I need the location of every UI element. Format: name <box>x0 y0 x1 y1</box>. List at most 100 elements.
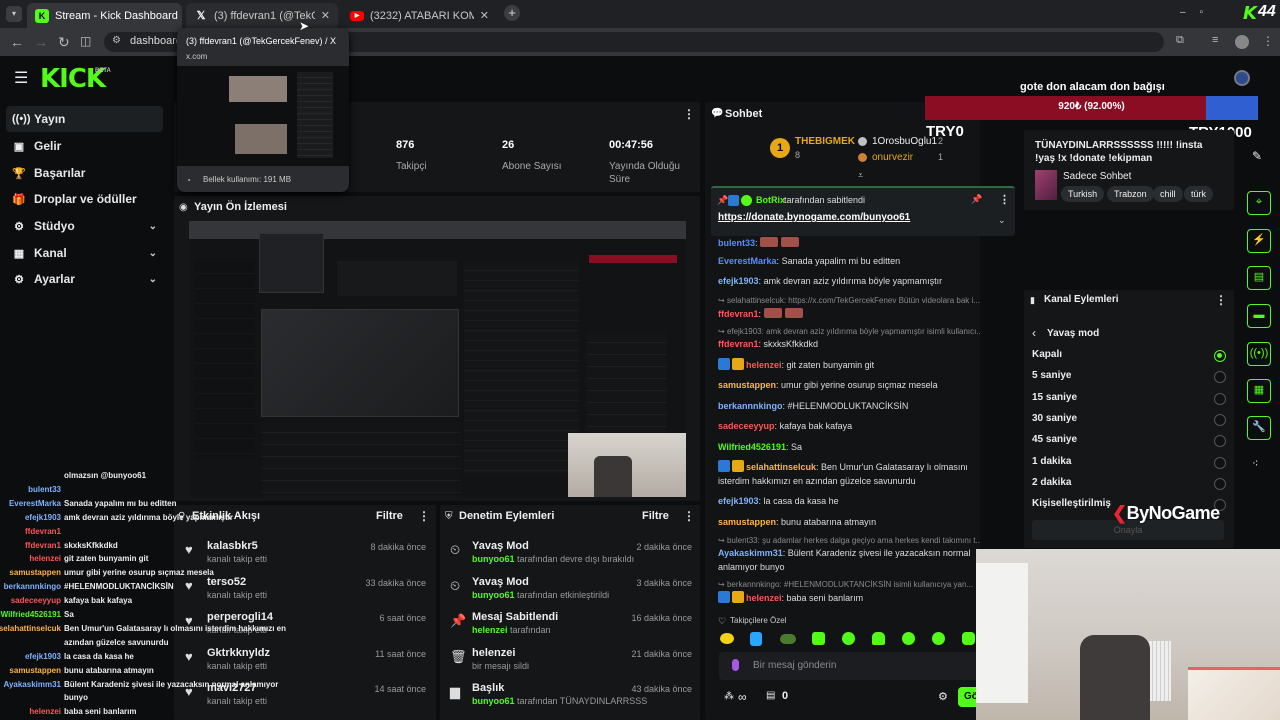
chat-username[interactable]: ffdevran1 <box>718 339 759 349</box>
unpin-icon[interactable]: 📌 <box>971 194 982 205</box>
moderation-item[interactable]: ⏲ Yavaş Mod bunyoo61 tarafından devre dışı… <box>450 540 692 574</box>
chat-username[interactable]: efejk1903 <box>718 496 759 506</box>
chat-username[interactable]: Wilfried4526191 <box>718 442 786 452</box>
moderator-name[interactable]: bunyoo61 <box>472 554 515 564</box>
tool-layout-icon[interactable]: ▦ <box>1247 379 1271 403</box>
stats-menu-icon[interactable]: ⋮ <box>683 107 695 121</box>
radio-button[interactable] <box>1214 350 1226 362</box>
site-info-icon[interactable]: ⚙ <box>112 35 121 46</box>
tool-chat-icon[interactable]: ▬ <box>1247 304 1271 328</box>
chat-username[interactable]: Ayakaskimm31 <box>718 548 783 558</box>
chat-message[interactable]: sadeceeyyup: kafaya bak kafaya <box>718 419 980 433</box>
chat-message[interactable]: bulent33: <box>718 236 980 250</box>
chat-message[interactable]: Wilfried4526191: Sa <box>718 440 980 454</box>
chat-message[interactable]: selahattinselcuk: Ben Umur'un Galatasara… <box>718 460 980 474</box>
gift-box-icon[interactable]: ▤ <box>766 690 775 701</box>
tag-turkish[interactable]: Turkish <box>1061 186 1105 202</box>
sidebar-item-kanal[interactable]: ▦ Kanal ⌄ <box>6 240 163 266</box>
activity-menu-icon[interactable]: ⋮ <box>418 509 430 523</box>
tag-trabzon[interactable]: Trabzon <box>1107 186 1154 202</box>
tool-bolt-icon[interactable]: ⚡ <box>1247 229 1271 253</box>
new-tab-button[interactable]: + <box>504 5 520 21</box>
chat-message[interactable]: ffdevran1: skxksKfkkdkd <box>718 337 980 351</box>
moderator-name[interactable]: bunyoo61 <box>472 590 515 600</box>
category-label[interactable]: Sadece Sohbet <box>1063 171 1131 182</box>
radio-button[interactable] <box>1214 435 1226 448</box>
slow-mode-option[interactable]: 30 saniye <box>1032 413 1228 433</box>
slow-mode-option[interactable]: 15 saniye <box>1032 392 1228 412</box>
channel-actions-menu-icon[interactable]: ⋮ <box>1215 293 1227 307</box>
pinned-message[interactable]: 📌 BotRix tarafından sabitlendi 📌 ⋮ https… <box>711 186 1015 236</box>
tag-chill[interactable]: chill <box>1153 186 1183 202</box>
activity-item[interactable]: ♥ terso52 kanalı takip etti 33 dakika önce <box>185 576 426 610</box>
activity-user[interactable]: kalasbkr5 <box>207 540 258 552</box>
tool-document-icon[interactable]: ▤ <box>1247 266 1271 290</box>
emote-6[interactable] <box>872 632 885 645</box>
pinned-link[interactable]: https://donate.bynogame.com/bunyoo61 <box>718 212 910 223</box>
chat-username[interactable]: ffdevran1 <box>718 309 759 319</box>
chat-message[interactable]: efejk1903: la casa da kasa he <box>718 494 980 508</box>
activity-user[interactable]: Gktrkknyldz <box>207 647 270 659</box>
hamburger-menu-icon[interactable]: ☰ <box>14 68 28 88</box>
tool-more-icon[interactable]: ⁖ <box>1252 457 1258 470</box>
chat-message[interactable]: efejk1903: amk devran aziz yıldırıma böy… <box>718 274 980 288</box>
forward-icon[interactable]: → <box>34 34 48 50</box>
chat-message[interactable]: samustappen: umur gibi yerine osurup sıç… <box>718 378 980 392</box>
sidebar-toggle-icon[interactable]: ◫ <box>80 34 91 48</box>
emote-2[interactable] <box>750 632 762 646</box>
moderation-filter-button[interactable]: Filtre <box>642 510 669 522</box>
chat-message[interactable]: Ayakaskimm31: Bülent Karadeniz şivesi il… <box>718 546 980 560</box>
back-chevron-icon[interactable]: ‹ <box>1032 326 1036 340</box>
chat-message[interactable]: berkannnkingo: #HELENMODLUKTANCİKSİN <box>718 399 980 413</box>
chat-username[interactable]: samustappen <box>718 517 776 527</box>
browser-tab-youtube[interactable]: ▶ (3232) ATABARI KOMIK ANLAR ✕ <box>342 3 497 28</box>
close-tab-icon[interactable]: ✕ <box>474 9 489 22</box>
chat-username[interactable]: selahattinselcuk <box>746 462 816 472</box>
close-tab-icon[interactable]: ✕ <box>178 9 182 22</box>
activity-item[interactable]: ♥ Gktrkknyldz kanalı takip etti 11 saat önc… <box>185 647 426 681</box>
activity-item[interactable]: ♥ kalasbkr5 kanalı takip etti 8 dakika önce <box>185 540 426 574</box>
emote-3[interactable] <box>780 634 796 644</box>
chat-username[interactable]: helenzei <box>746 593 782 603</box>
chat-message[interactable]: samustappen: bunu atabarına atmayın <box>718 515 980 529</box>
reload-icon[interactable]: ↻ <box>58 34 70 51</box>
slow-mode-option[interactable]: 45 saniye <box>1032 434 1228 454</box>
edit-pencil-icon[interactable]: ✎ <box>1252 149 1262 163</box>
user-avatar[interactable] <box>1234 70 1250 86</box>
emote-7[interactable] <box>902 632 915 645</box>
slow-mode-option[interactable]: 1 dakika <box>1032 456 1228 476</box>
back-icon[interactable]: ← <box>10 34 24 50</box>
tool-clip-icon[interactable]: ⌖ <box>1247 191 1271 215</box>
radio-button[interactable] <box>1214 392 1226 405</box>
chat-input[interactable]: Bir mesaj gönderin <box>719 652 980 680</box>
emote-banana[interactable] <box>720 633 734 644</box>
activity-filter-button[interactable]: Filtre <box>376 510 403 522</box>
chat-username[interactable]: berkannnkingo <box>718 401 783 411</box>
browser-tab-kick[interactable]: K Stream - Kick Dashboard ✕ <box>27 3 182 28</box>
sidebar-item-basarilar[interactable]: 🏆 Başarılar <box>6 160 163 186</box>
emote-4[interactable] <box>812 632 825 645</box>
chat-username[interactable]: sadeceeyyup <box>718 421 775 431</box>
pinned-menu-icon[interactable]: ⋮ <box>999 193 1010 206</box>
moderation-item[interactable]: 🗑 helenzei bir mesajı sildi 21 dakika önce <box>450 647 692 681</box>
moderation-item[interactable]: ▆ Başlık bunyoo61 tarafından TÜNAYDINLARRS… <box>450 682 692 716</box>
slow-mode-option[interactable]: 2 dakika <box>1032 477 1228 497</box>
sidebar-item-droplar[interactable]: 🎁 Droplar ve ödüller <box>6 186 163 212</box>
tool-wrench-icon[interactable]: 🔧 <box>1247 416 1271 440</box>
slow-mode-option[interactable]: Kapalı <box>1032 349 1228 369</box>
radio-button[interactable] <box>1214 371 1226 384</box>
profile-avatar[interactable] <box>1235 35 1249 49</box>
emote-9[interactable] <box>962 632 975 645</box>
radio-button[interactable] <box>1214 456 1226 469</box>
radio-button[interactable] <box>1214 477 1226 490</box>
chat-message[interactable]: helenzei: baba seni banlarım <box>718 591 980 605</box>
moderation-item[interactable]: ⏲ Yavaş Mod bunyoo61 tarafından etkinleşti… <box>450 576 692 610</box>
tab-list-button[interactable]: ▾ <box>6 6 22 22</box>
chat-settings-icon[interactable]: ⚙ <box>938 690 948 703</box>
chat-username[interactable]: efejk1903 <box>718 276 759 286</box>
sidebar-item-yayin[interactable]: ((•)) Yayın <box>6 106 163 132</box>
extensions-icon[interactable]: ⧉ <box>1176 34 1184 47</box>
chat-message[interactable]: helenzei: git zaten bunyamin git <box>718 358 980 372</box>
moderator-name[interactable]: bunyoo61 <box>472 696 515 706</box>
sidebar-item-gelir[interactable]: ▣ Gelir <box>6 133 163 159</box>
